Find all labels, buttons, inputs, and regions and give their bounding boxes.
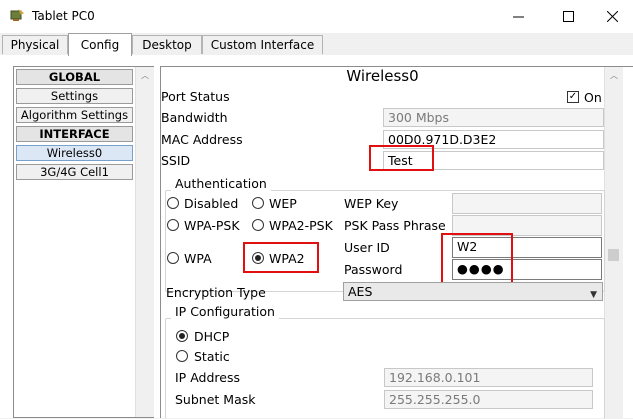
wep-key-field [452, 193, 602, 214]
pane-title: Wireless0 [346, 67, 419, 85]
minimize-icon [512, 16, 524, 18]
chevron-down-icon: ▼ [590, 290, 597, 300]
nav-item-cell[interactable]: 3G/4G Cell1 [16, 164, 133, 180]
password-label: Password [344, 262, 403, 277]
subnet-mask-field: 255.255.255.0 [384, 390, 593, 409]
nav-item-wireless0[interactable]: Wireless0 [16, 145, 133, 161]
nav-header-global: GLOBAL [16, 69, 133, 85]
radio-disabled-label: Disabled [184, 196, 239, 211]
ssid-highlight-box [369, 145, 434, 171]
tab-config[interactable]: Config [68, 33, 132, 56]
encryption-type-value: AES [348, 284, 373, 299]
radio-wpa-psk[interactable] [167, 219, 179, 231]
radio-static[interactable] [176, 350, 188, 362]
pane-scroll-up-icon[interactable]: ︿ [605, 70, 623, 81]
minimize-button[interactable] [495, 0, 541, 33]
encryption-type-label: Encryption Type [166, 285, 266, 300]
radio-wep-label: WEP [269, 196, 297, 211]
bandwidth-field: 300 Mbps [383, 108, 604, 127]
tablet-pc-icon [10, 9, 24, 21]
radio-wpa2-psk[interactable] [252, 219, 264, 231]
close-button[interactable] [589, 0, 633, 33]
radio-static-label: Static [194, 349, 230, 364]
tab-custom-interface[interactable]: Custom Interface [202, 35, 323, 54]
authentication-legend: Authentication [171, 176, 271, 191]
radio-dhcp[interactable] [176, 330, 188, 342]
pane-scroll-thumb[interactable] [608, 249, 619, 261]
nav-item-algorithm-settings[interactable]: Algorithm Settings [16, 107, 133, 123]
port-on-checkbox[interactable]: ✓ [567, 91, 579, 103]
radio-wpa2-psk-label: WPA2-PSK [269, 218, 333, 233]
port-on-label: On [584, 90, 602, 105]
ip-address-label: IP Address [175, 370, 240, 385]
credentials-highlight-box [441, 233, 513, 284]
subnet-mask-label: Subnet Mask [175, 392, 256, 407]
maximize-button[interactable] [545, 0, 591, 33]
pane-scrollbar[interactable]: ︿ [604, 67, 623, 418]
radio-wpa-psk-label: WPA-PSK [184, 218, 240, 233]
close-icon [606, 11, 618, 22]
wpa2-highlight-box [243, 242, 319, 273]
psk-pass-phrase-label: PSK Pass Phrase [344, 218, 446, 233]
radio-dhcp-label: DHCP [194, 329, 230, 344]
scroll-up-icon[interactable]: ︿ [136, 70, 154, 81]
tab-desktop[interactable]: Desktop [132, 35, 202, 54]
encryption-type-select[interactable]: AES ▼ [343, 282, 603, 301]
nav-header-interface: INTERFACE [16, 126, 133, 142]
nav-scrollbar[interactable]: ︿ [135, 67, 154, 417]
wep-key-label: WEP Key [344, 196, 399, 211]
tab-physical[interactable]: Physical [2, 35, 68, 54]
ip-configuration-legend: IP Configuration [171, 304, 279, 319]
ssid-label: SSID [161, 153, 191, 168]
radio-wep[interactable] [252, 197, 264, 209]
radio-wpa[interactable] [167, 252, 179, 264]
ip-address-field: 192.168.0.101 [384, 368, 593, 387]
window-title: Tablet PC0 [32, 9, 95, 23]
port-status-label: Port Status [161, 89, 230, 104]
bandwidth-label: Bandwidth [161, 110, 228, 125]
nav-item-settings[interactable]: Settings [16, 88, 133, 104]
maximize-icon [562, 11, 574, 22]
radio-wpa-label: WPA [184, 251, 212, 266]
user-id-label: User ID [344, 240, 390, 255]
mac-address-label: MAC Address [161, 132, 243, 147]
radio-disabled[interactable] [167, 197, 179, 209]
